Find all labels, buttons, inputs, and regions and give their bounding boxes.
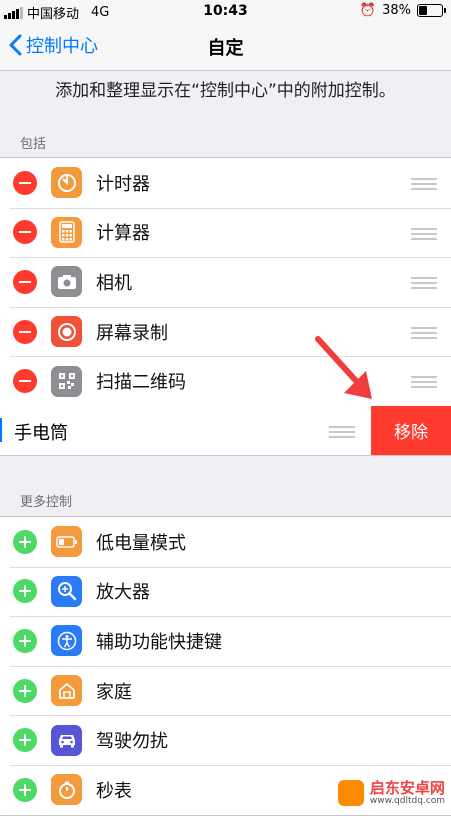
- list-item-timer: 计时器: [0, 158, 451, 208]
- qr-code-icon: [51, 365, 82, 397]
- reorder-handle-icon[interactable]: [411, 178, 437, 193]
- item-label: 家庭: [96, 681, 132, 703]
- remove-button[interactable]: 移除: [371, 406, 451, 455]
- item-label: 辅助功能快捷键: [96, 631, 222, 653]
- screen-record-icon: [51, 316, 82, 348]
- item-label: 手电筒: [14, 423, 68, 444]
- stopwatch-icon: [51, 774, 82, 806]
- item-label: 低电量模式: [96, 532, 186, 554]
- item-label: 扫描二维码: [96, 372, 186, 394]
- reorder-handle-icon[interactable]: [411, 376, 437, 391]
- list-item-accessibility: 辅助功能快捷键: [0, 616, 451, 666]
- item-label: 驾驶勿扰: [96, 731, 168, 753]
- page-title: 自定: [207, 38, 244, 59]
- add-circle-button[interactable]: [13, 728, 37, 753]
- calculator-icon: [51, 216, 82, 248]
- battery-percent: 38%: [382, 3, 411, 18]
- remove-circle-button[interactable]: [13, 369, 37, 394]
- list-item-calculator: 计算器: [0, 207, 451, 258]
- status-right: ⏰ 38%: [359, 3, 446, 18]
- remove-circle-button[interactable]: [13, 319, 37, 344]
- text-cursor: [0, 418, 2, 442]
- included-list: 计时器 计算器 相机 屏幕录制 扫描二维码: [0, 157, 451, 407]
- add-circle-button[interactable]: [13, 777, 37, 802]
- item-label: 放大器: [96, 582, 150, 604]
- add-circle-button[interactable]: [13, 678, 37, 703]
- item-label: 计算器: [96, 223, 150, 245]
- alarm-icon: ⏰: [359, 3, 377, 18]
- reorder-handle-icon[interactable]: [411, 277, 437, 292]
- section-header-included: 包括: [20, 137, 47, 152]
- navigation-bar: 控制中心 自定: [0, 22, 451, 71]
- list-item-low-power: 低电量模式: [0, 517, 451, 567]
- add-circle-button[interactable]: [13, 628, 37, 653]
- item-label: 屏幕录制: [96, 322, 168, 344]
- watermark-url: www.qdltdq.com: [369, 795, 445, 806]
- section-header-more: 更多控制: [20, 495, 73, 510]
- watermark: 启东安卓网 www.qdltdq.com: [337, 778, 445, 806]
- list-item-screen-recording: 屏幕录制: [0, 306, 451, 357]
- remove-circle-button[interactable]: [13, 170, 37, 195]
- accessibility-icon: [51, 625, 82, 657]
- reorder-handle-icon[interactable]: [411, 227, 437, 243]
- list-item-home: 家庭: [0, 665, 451, 716]
- list-item-magnifier: 放大器: [0, 566, 451, 617]
- add-circle-button[interactable]: [13, 579, 37, 604]
- timer-icon: [51, 167, 82, 199]
- magnifier-icon: [51, 575, 82, 607]
- watermark-logo-icon: [337, 780, 364, 806]
- add-circle-button[interactable]: [13, 529, 37, 554]
- more-controls-list: 低电量模式 放大器 辅助功能快捷键 家庭 驾驶勿扰 秒表: [0, 516, 451, 816]
- remove-circle-button[interactable]: [13, 269, 37, 294]
- reorder-handle-icon[interactable]: [411, 326, 437, 342]
- battery-icon: [417, 4, 446, 17]
- status-bar: 中国移动 4G 10:43 ⏰ 38%: [0, 0, 451, 22]
- list-item-do-not-disturb-driving: 驾驶勿扰: [0, 715, 451, 765]
- list-item-qr-scanner: 扫描二维码: [0, 356, 451, 406]
- list-item-camera: 相机: [0, 257, 451, 307]
- item-label: 相机: [96, 272, 132, 294]
- annotation-arrow-icon: [315, 336, 372, 399]
- item-label: 计时器: [96, 173, 150, 195]
- watermark-name: 启东安卓网: [369, 778, 445, 797]
- item-label: 秒表: [96, 780, 132, 802]
- remove-circle-button[interactable]: [13, 220, 37, 245]
- list-item-flashlight-swiped: 手电筒 移除: [0, 406, 451, 456]
- reorder-handle-icon[interactable]: [329, 426, 355, 441]
- camera-icon: [51, 266, 82, 298]
- low-power-icon: [51, 526, 82, 558]
- home-icon: [51, 675, 82, 707]
- car-icon: [51, 724, 82, 756]
- page-description: 添加和整理显示在“控制中心”中的附加控制。: [55, 81, 396, 101]
